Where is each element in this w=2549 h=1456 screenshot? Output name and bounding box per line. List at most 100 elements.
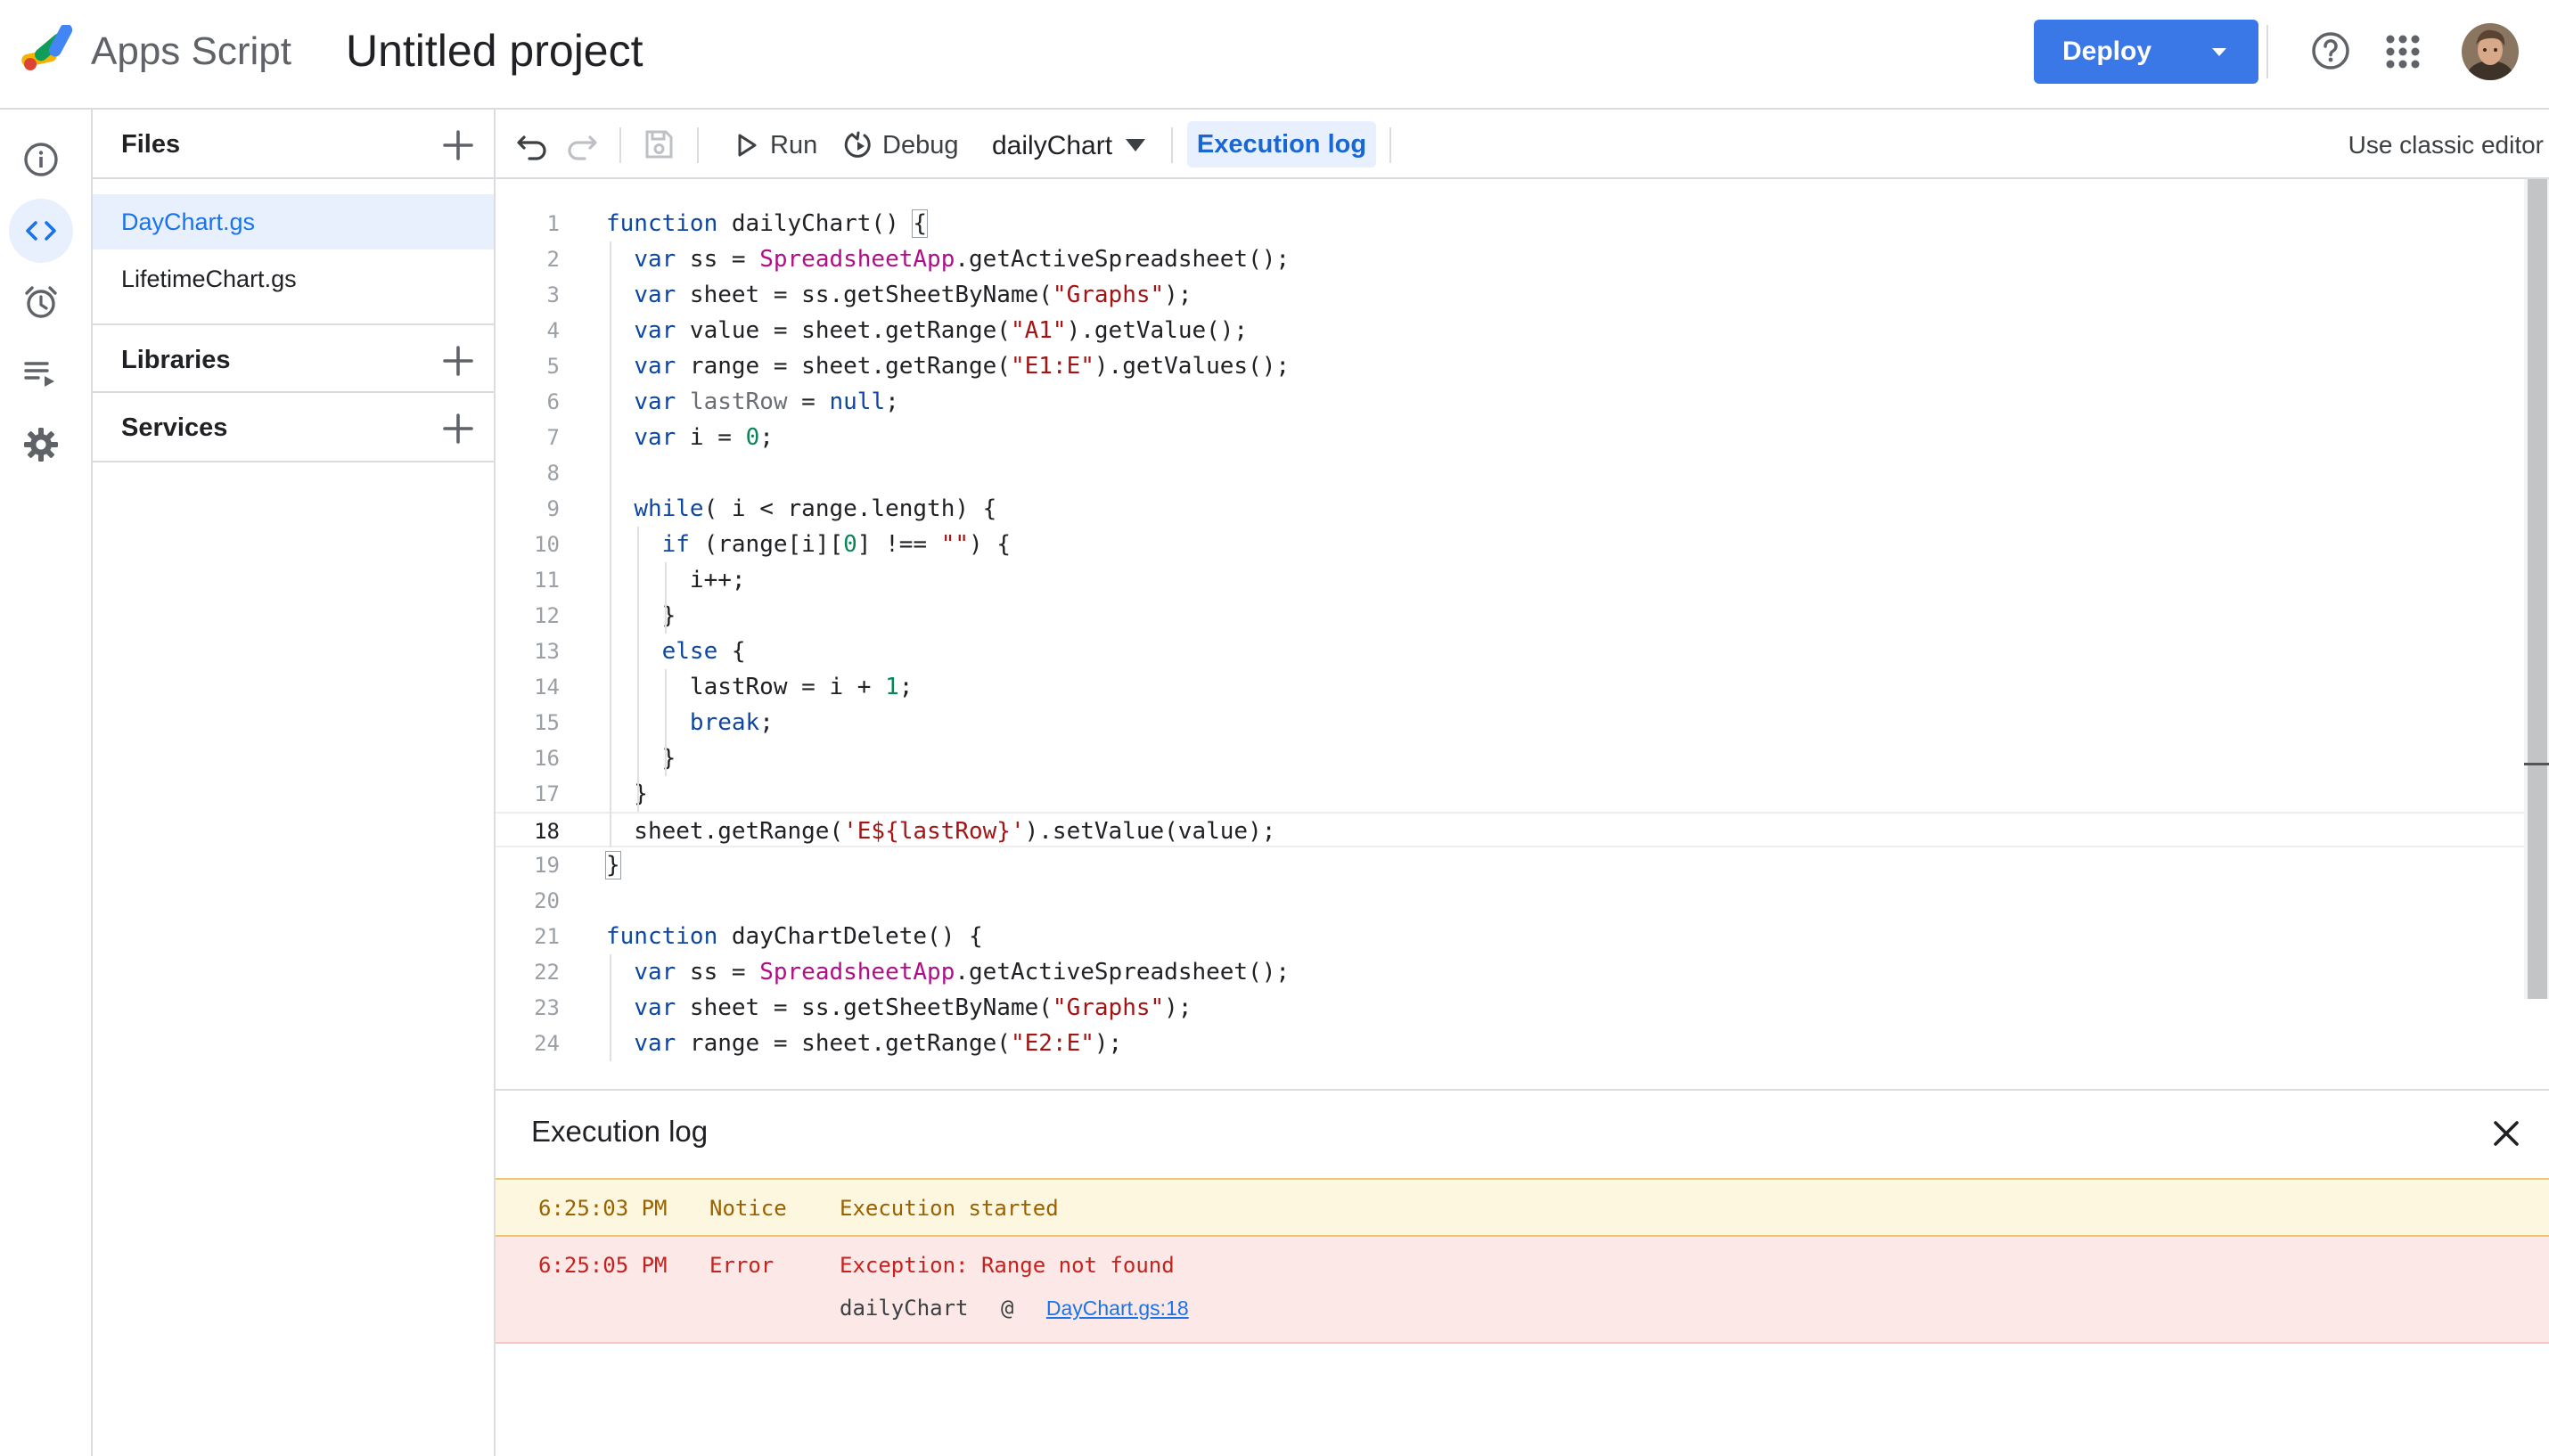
scrollbar-thumb[interactable] bbox=[2528, 179, 2547, 999]
undo-icon[interactable] bbox=[515, 127, 551, 162]
project-title[interactable]: Untitled project bbox=[346, 23, 643, 78]
code-editor[interactable]: 1 function dailyChart() {2 var ss = Sprea… bbox=[496, 179, 2524, 1088]
line-number: 13 bbox=[534, 639, 560, 664]
code-line[interactable]: 2 var ss = SpreadsheetApp.getActiveSprea… bbox=[496, 241, 2524, 277]
add-library-plus-icon[interactable] bbox=[440, 343, 476, 379]
code-text: } bbox=[605, 851, 621, 879]
code-line[interactable]: 7 var i = 0; bbox=[496, 420, 2524, 455]
app-name: Apps Script bbox=[91, 29, 291, 73]
trace-at: @ bbox=[1000, 1296, 1014, 1321]
line-number: 20 bbox=[534, 888, 560, 913]
file-item-lifetimechart[interactable]: LifetimeChart.gs bbox=[93, 251, 494, 307]
toolbar-divider bbox=[1389, 127, 1391, 163]
execution-log-toggle-button[interactable]: Execution log bbox=[1187, 121, 1376, 168]
line-number: 8 bbox=[546, 461, 560, 486]
code-line[interactable]: 18 sheet.getRange('E${lastRow}').setValu… bbox=[496, 812, 2524, 847]
line-number: 7 bbox=[546, 425, 560, 450]
code-line[interactable]: 3 var sheet = ss.getSheetByName("Graphs"… bbox=[496, 277, 2524, 313]
code-text: var range = sheet.getRange("E1:E").getVa… bbox=[634, 353, 1291, 380]
account-avatar[interactable] bbox=[2462, 23, 2519, 80]
gear-icon bbox=[24, 428, 58, 462]
line-number: 9 bbox=[546, 496, 560, 521]
add-service-plus-icon[interactable] bbox=[440, 411, 476, 446]
rail-settings-button[interactable] bbox=[9, 413, 73, 477]
code-line[interactable]: 6 var lastRow = null; bbox=[496, 384, 2524, 420]
rail-triggers-button[interactable] bbox=[9, 270, 73, 334]
editor-scrollbar[interactable] bbox=[2524, 179, 2549, 999]
code-line[interactable]: 5 var range = sheet.getRange("E1:E").get… bbox=[496, 348, 2524, 384]
run-button[interactable]: Run bbox=[731, 127, 817, 163]
code-line[interactable]: 23 var sheet = ss.getSheetByName("Graphs… bbox=[496, 990, 2524, 1026]
code-line[interactable]: 22 var ss = SpreadsheetApp.getActiveSpre… bbox=[496, 954, 2524, 990]
use-classic-editor-button[interactable]: Use classic editor bbox=[2282, 127, 2549, 163]
code-line[interactable]: 24 var range = sheet.getRange("E2:E"); bbox=[496, 1026, 2524, 1061]
rail-overview-button[interactable] bbox=[9, 127, 73, 192]
google-apps-grid-icon[interactable] bbox=[2385, 34, 2421, 70]
redo-icon[interactable] bbox=[563, 127, 599, 162]
log-time: 6:25:05 PM bbox=[538, 1253, 668, 1278]
code-line[interactable]: 12 } bbox=[496, 598, 2524, 634]
code-line[interactable]: 1 function dailyChart() { bbox=[496, 206, 2524, 241]
code-text: var ss = SpreadsheetApp.getActiveSpreads… bbox=[634, 959, 1291, 986]
services-section-header: Services bbox=[93, 393, 494, 462]
chevron-down-icon[interactable] bbox=[2201, 41, 2237, 62]
log-level: Notice bbox=[709, 1196, 787, 1221]
code-text: var i = 0; bbox=[634, 424, 774, 451]
line-number: 17 bbox=[534, 781, 560, 806]
files-panel: Files DayChart.gs LifetimeChart.gs Libra… bbox=[93, 110, 496, 1456]
function-select[interactable]: dailyChart bbox=[992, 127, 1112, 163]
rail-executions-button[interactable] bbox=[9, 341, 73, 405]
line-number: 12 bbox=[534, 603, 560, 628]
line-number: 6 bbox=[546, 389, 560, 414]
close-icon[interactable] bbox=[2488, 1116, 2524, 1151]
help-icon[interactable] bbox=[2310, 30, 2351, 71]
execution-log-panel: Execution log 6:25:03 PM Notice Executio… bbox=[496, 1089, 2549, 1456]
line-number: 10 bbox=[534, 532, 560, 557]
line-number: 18 bbox=[534, 819, 560, 844]
deploy-label: Deploy bbox=[2062, 37, 2152, 66]
line-number: 16 bbox=[534, 746, 560, 771]
line-number: 4 bbox=[546, 318, 560, 343]
code-line[interactable]: 4 var value = sheet.getRange("A1").getVa… bbox=[496, 313, 2524, 348]
files-heading: Files bbox=[121, 130, 181, 159]
add-file-plus-icon[interactable] bbox=[440, 127, 476, 163]
file-item-daychart[interactable]: DayChart.gs bbox=[93, 194, 494, 249]
trace-function: dailyChart bbox=[840, 1296, 969, 1321]
code-line[interactable]: 20 bbox=[496, 883, 2524, 919]
code-text: sheet.getRange('E${lastRow}').setValue(v… bbox=[606, 818, 1276, 845]
indent-guide bbox=[637, 527, 640, 812]
toolbar-divider bbox=[697, 127, 699, 163]
libraries-section-header: Libraries bbox=[93, 323, 494, 393]
code-line[interactable]: 8 bbox=[496, 455, 2524, 491]
code-line[interactable]: 17 } bbox=[496, 776, 2524, 812]
line-number: 14 bbox=[534, 675, 560, 699]
code-line[interactable]: 16 } bbox=[496, 740, 2524, 776]
line-number: 5 bbox=[546, 354, 560, 379]
apps-script-logo[interactable] bbox=[20, 23, 82, 75]
debug-label: Debug bbox=[882, 131, 959, 160]
save-icon[interactable] bbox=[641, 127, 676, 162]
line-number: 22 bbox=[534, 960, 560, 985]
code-text: i++; bbox=[606, 567, 746, 593]
line-number: 19 bbox=[534, 853, 560, 878]
code-line[interactable]: 19} bbox=[496, 847, 2524, 883]
code-line[interactable]: 13 else { bbox=[496, 634, 2524, 669]
libraries-heading: Libraries bbox=[121, 346, 231, 374]
code-line[interactable]: 15 break; bbox=[496, 705, 2524, 740]
deploy-button[interactable]: Deploy bbox=[2034, 20, 2258, 84]
chevron-down-icon[interactable] bbox=[1123, 136, 1148, 154]
code-text: var sheet = ss.getSheetByName("Graphs"); bbox=[634, 994, 1193, 1021]
code-line[interactable]: 10 if (range[i][0] !== "") { bbox=[496, 527, 2524, 562]
line-number: 2 bbox=[546, 247, 560, 272]
debug-button[interactable]: Debug bbox=[843, 127, 958, 163]
code-text: function dailyChart() { bbox=[606, 209, 929, 238]
trace-source-link[interactable]: DayChart.gs:18 bbox=[1046, 1296, 1189, 1320]
code-line[interactable]: 9 while( i < range.length) { bbox=[496, 491, 2524, 527]
code-text: while( i < range.length) { bbox=[634, 495, 997, 522]
code-icon bbox=[26, 221, 56, 241]
code-line[interactable]: 14 lastRow = i + 1; bbox=[496, 669, 2524, 705]
code-line[interactable]: 21 function dayChartDelete() { bbox=[496, 919, 2524, 954]
code-text: lastRow = i + 1; bbox=[606, 674, 914, 700]
rail-editor-button[interactable] bbox=[9, 199, 73, 263]
code-line[interactable]: 11 i++; bbox=[496, 562, 2524, 598]
